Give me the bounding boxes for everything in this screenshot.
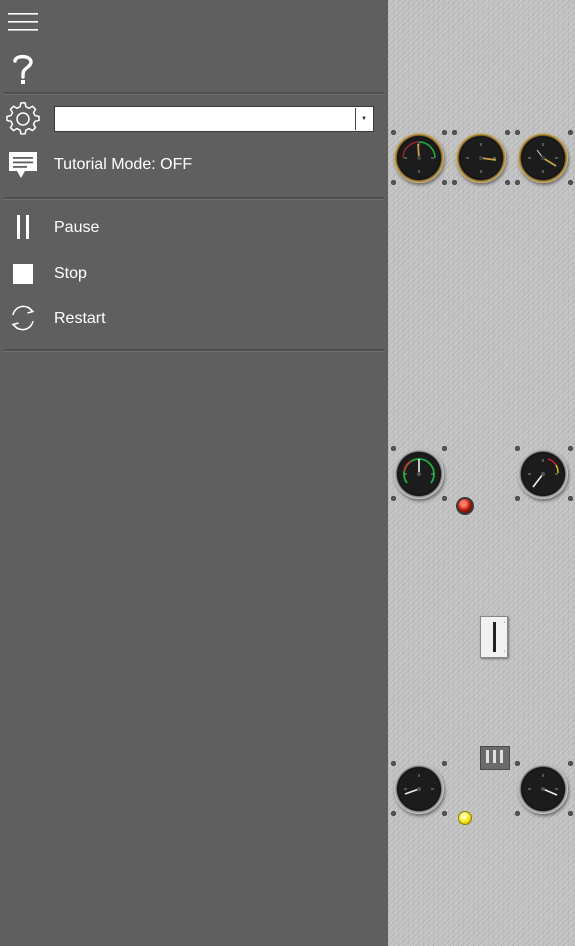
restart-label: Restart bbox=[54, 310, 106, 327]
airspeed-gauge bbox=[394, 133, 444, 183]
fuel-gauge bbox=[394, 764, 444, 814]
message-icon[interactable] bbox=[6, 148, 40, 182]
warning-light bbox=[456, 497, 474, 515]
chevron-down-icon[interactable]: ▼ bbox=[355, 108, 372, 130]
pause-button[interactable]: Pause bbox=[0, 208, 388, 246]
rpm-gauge bbox=[394, 449, 444, 499]
cockpit-panel: ▪ ▪ bbox=[388, 0, 575, 946]
stop-icon[interactable] bbox=[6, 257, 40, 291]
divider bbox=[4, 197, 384, 200]
side-menu-drawer: ▼ Tutorial Mode: OFF Pause Stop Restart bbox=[0, 0, 388, 946]
pause-label: Pause bbox=[54, 219, 100, 236]
menu-icon[interactable] bbox=[6, 8, 40, 36]
trim-control[interactable]: ▪ ▪ bbox=[480, 616, 508, 658]
menu-toggle[interactable] bbox=[0, 8, 388, 36]
altimeter-gauge bbox=[518, 133, 568, 183]
refresh-icon[interactable] bbox=[6, 301, 40, 335]
indicator-light bbox=[458, 811, 472, 825]
divider bbox=[4, 92, 384, 95]
help-icon[interactable] bbox=[6, 50, 40, 88]
fuel-pressure-gauge bbox=[518, 764, 568, 814]
pause-icon[interactable] bbox=[6, 210, 40, 244]
tutorial-mode-label: Tutorial Mode: OFF bbox=[54, 156, 193, 173]
oil-temp-gauge bbox=[518, 449, 568, 499]
throttle-quadrant[interactable] bbox=[480, 746, 510, 770]
attitude-gauge bbox=[456, 133, 506, 183]
aircraft-select[interactable]: ▼ bbox=[54, 106, 374, 132]
divider bbox=[4, 349, 384, 352]
restart-button[interactable]: Restart bbox=[0, 299, 388, 337]
tutorial-mode-toggle[interactable]: Tutorial Mode: OFF bbox=[0, 146, 388, 182]
gear-icon[interactable] bbox=[6, 100, 40, 138]
stop-button[interactable]: Stop bbox=[0, 255, 388, 293]
help-button[interactable] bbox=[0, 50, 388, 88]
stop-label: Stop bbox=[54, 265, 87, 282]
